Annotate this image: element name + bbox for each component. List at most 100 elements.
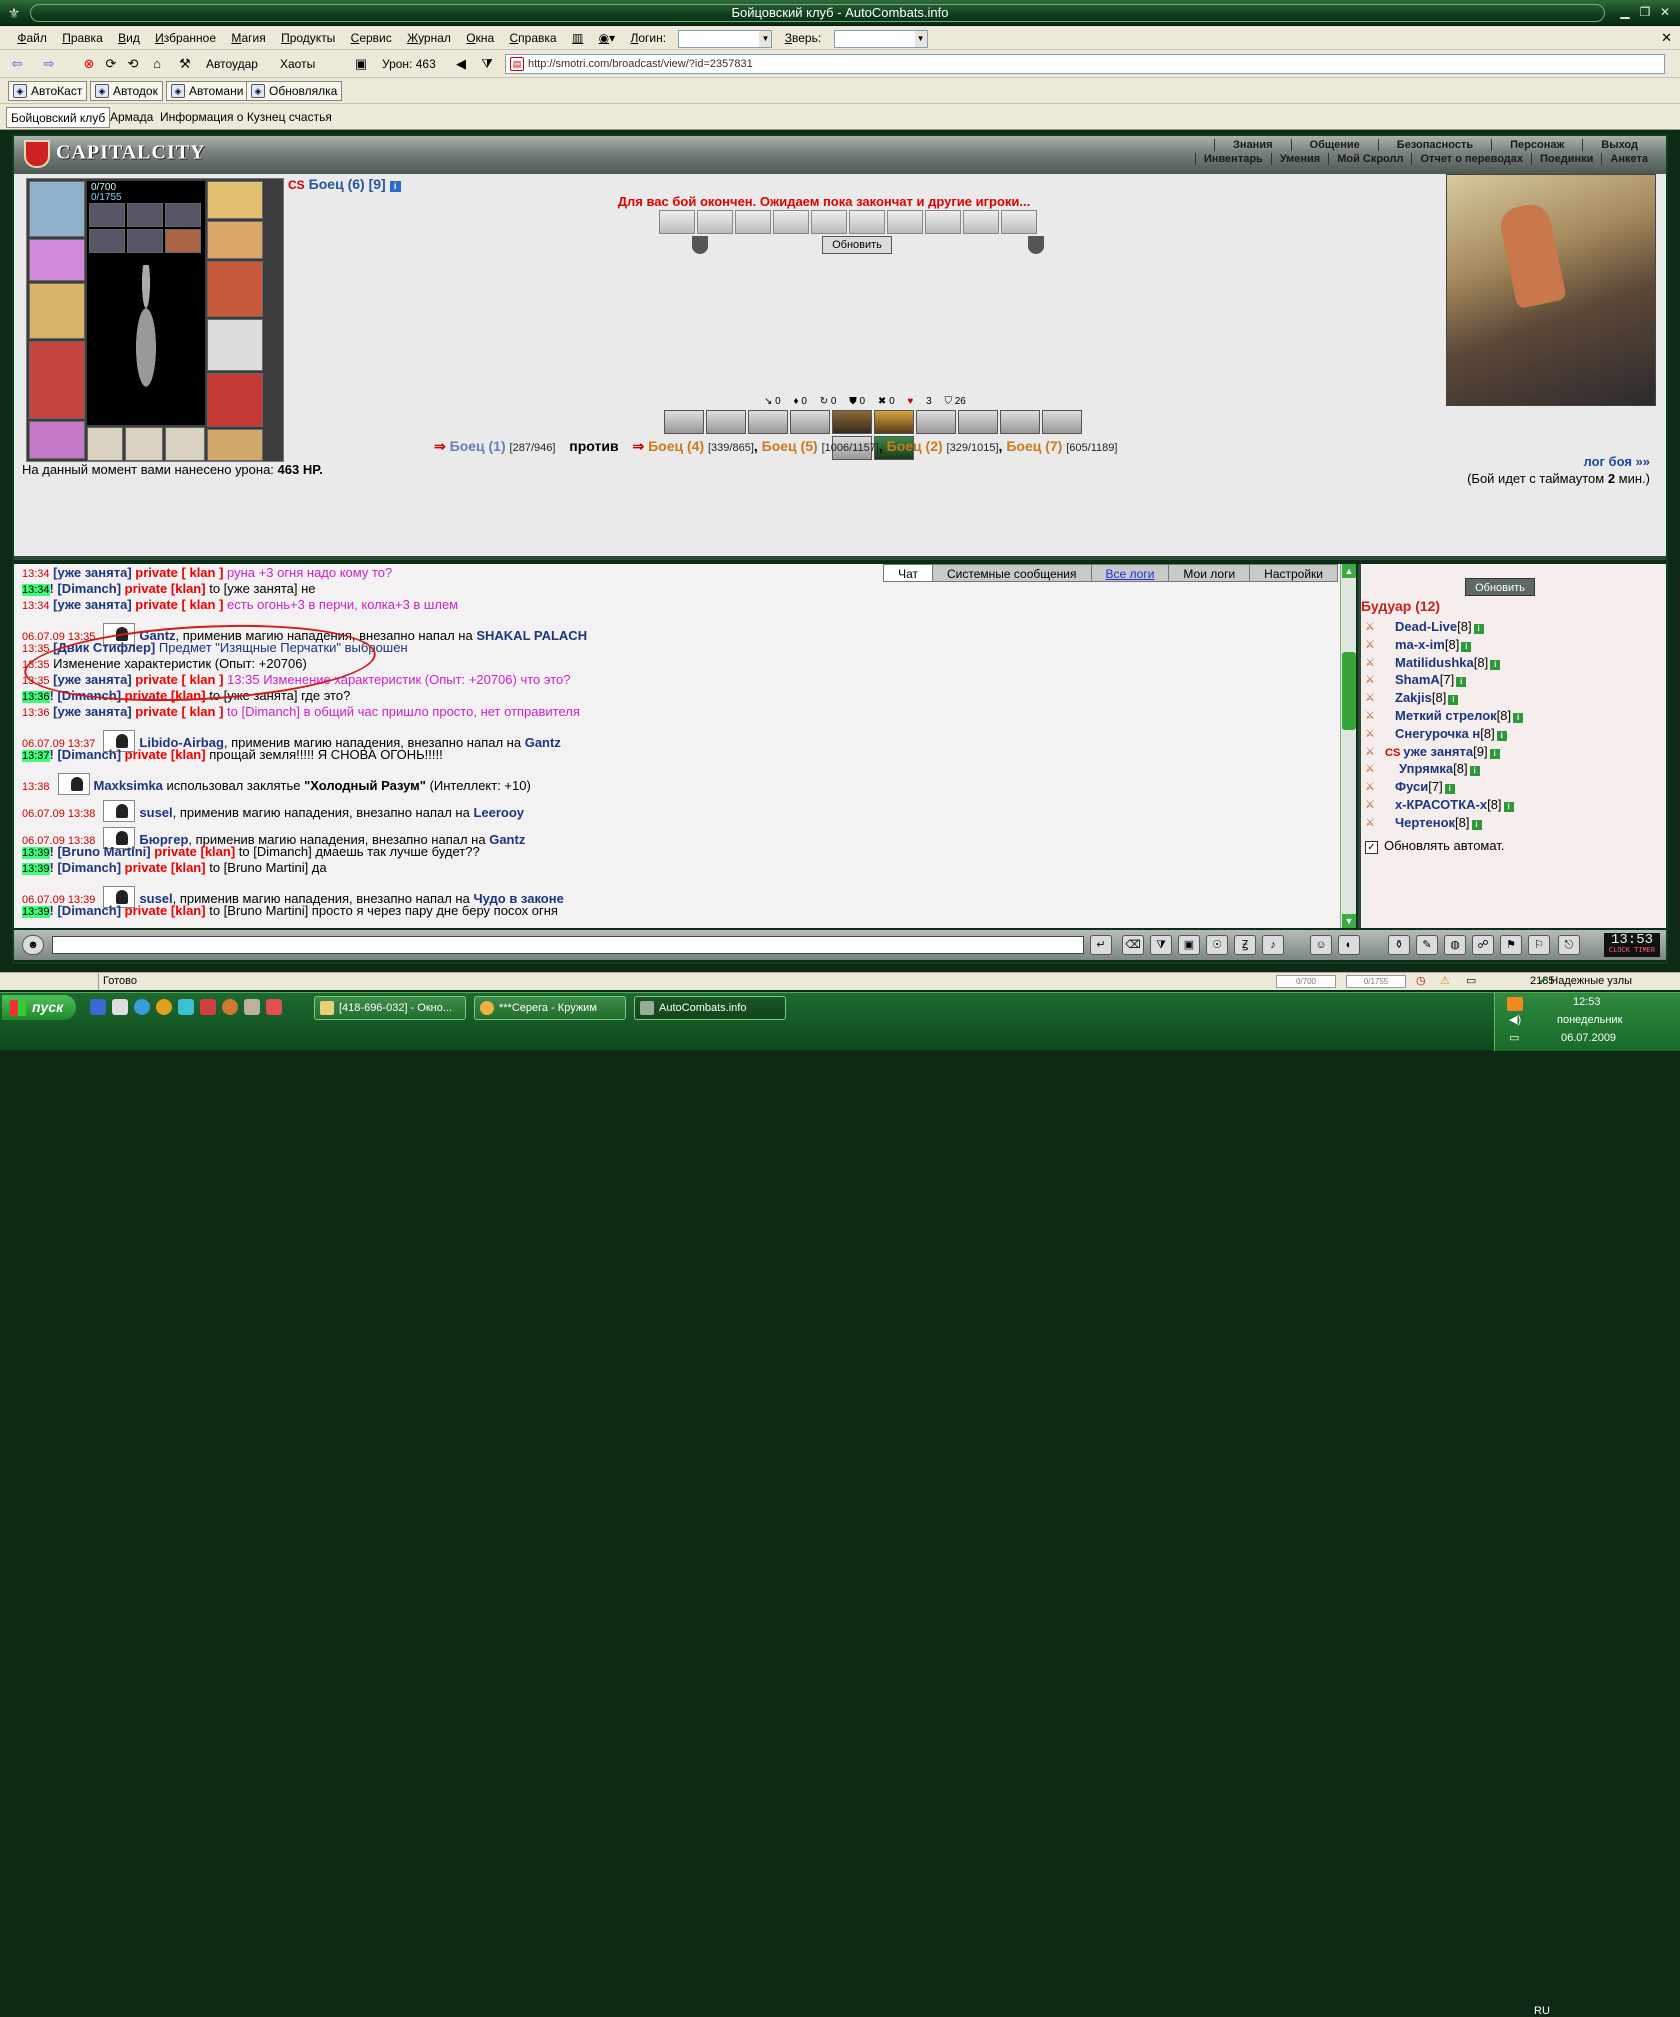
- back-icon[interactable]: ⇦: [8, 55, 26, 73]
- user-row[interactable]: ⚔ ma-x-im[8] i: [1363, 636, 1663, 654]
- automani-button[interactable]: ◈ Автомани: [166, 81, 249, 101]
- trusted-sites[interactable]: ✔ Надежные узлы: [1538, 973, 1632, 990]
- skill-icon-2[interactable]: [706, 410, 746, 434]
- user-row[interactable]: ⚔ Чертенок[8] i: [1363, 814, 1663, 832]
- user-row[interactable]: ⚔ Снегурочка н[8] i: [1363, 725, 1663, 743]
- tools-icon[interactable]: ⚒: [176, 55, 194, 73]
- fight-icon[interactable]: ⚔: [1365, 691, 1383, 705]
- user-row[interactable]: ⚔ Фуси[7] i: [1363, 778, 1663, 796]
- tab-armada[interactable]: Армада: [106, 107, 157, 128]
- fight-icon[interactable]: ⚔: [1365, 727, 1383, 741]
- start-button[interactable]: пуск: [2, 995, 76, 1020]
- tab-fight-club[interactable]: Бойцовский клуб: [6, 107, 111, 128]
- task-window-1[interactable]: [418-696-032] - Окно...: [314, 996, 466, 1020]
- skill-icon-6[interactable]: [874, 410, 914, 434]
- fight-icon[interactable]: ⚔: [1365, 620, 1383, 634]
- earrings-slot[interactable]: [207, 221, 263, 259]
- clear-icon[interactable]: ⌫: [1122, 935, 1144, 955]
- quicklaunch-icon-9[interactable]: [266, 999, 282, 1015]
- skill-icon-9[interactable]: [1000, 410, 1040, 434]
- map-icon[interactable]: ◍: [1444, 935, 1466, 955]
- team1-fighter[interactable]: Боец (1): [450, 438, 506, 454]
- nav-character[interactable]: Персонаж: [1491, 139, 1583, 151]
- fighter-name[interactable]: CS Боец (6) [9] i: [288, 176, 401, 192]
- tab-my-logs[interactable]: Мои логи: [1168, 564, 1251, 582]
- save-icon[interactable]: ▣: [1178, 935, 1200, 955]
- chat-mode-icon[interactable]: ◐: [1338, 935, 1360, 955]
- skill-icon-8[interactable]: [958, 410, 998, 434]
- person-icon[interactable]: ☉: [1206, 935, 1228, 955]
- quicklaunch-icon-2[interactable]: [112, 999, 128, 1015]
- bracers-slot[interactable]: [29, 239, 85, 281]
- skill-icon-7[interactable]: [916, 410, 956, 434]
- beast-select[interactable]: ▼: [833, 29, 928, 48]
- fight-icon[interactable]: ⚔: [1365, 762, 1383, 776]
- quicklaunch-icon-6[interactable]: [200, 999, 216, 1015]
- restore-icon[interactable]: ❐: [1636, 4, 1654, 20]
- fight-icon[interactable]: ⚔: [1365, 816, 1383, 830]
- quicklaunch-icon-5[interactable]: [178, 999, 194, 1015]
- user-row[interactable]: ⚔ Упрямка[8] i: [1363, 760, 1663, 778]
- translit-icon[interactable]: Ꙃ: [1234, 935, 1256, 955]
- filter-chat-icon[interactable]: ⧩: [1150, 935, 1172, 955]
- volume-icon[interactable]: ◀): [1509, 1013, 1521, 1026]
- smiley-icon[interactable]: ☺: [1310, 935, 1332, 955]
- potion-icon[interactable]: ⚱: [1388, 935, 1410, 955]
- skill-icon-5[interactable]: [832, 410, 872, 434]
- filter-icon[interactable]: ⧩: [478, 55, 496, 73]
- warning-icon[interactable]: ⚠: [1440, 973, 1450, 990]
- skill-icon-3[interactable]: [748, 410, 788, 434]
- fight-icon[interactable]: ⚔: [1365, 638, 1383, 652]
- flag-icon[interactable]: ⚐: [1528, 935, 1550, 955]
- spell-icon-7[interactable]: [887, 210, 923, 234]
- ring-slot-5[interactable]: [127, 229, 163, 253]
- damage-dropdown[interactable]: Урон: 463: [382, 54, 436, 74]
- shield-slot[interactable]: [207, 319, 263, 371]
- close-icon[interactable]: ✕: [1656, 4, 1674, 20]
- spell-icon-2[interactable]: [697, 210, 733, 234]
- rune-slot-3[interactable]: [165, 427, 205, 461]
- tab-settings[interactable]: Настройки: [1249, 564, 1338, 582]
- battle-log-link[interactable]: лог боя »»: [1583, 454, 1650, 469]
- ie-icon[interactable]: [134, 999, 150, 1015]
- quicklaunch-icon-8[interactable]: [244, 999, 260, 1015]
- tab-system-messages[interactable]: Системные сообщения: [932, 564, 1092, 582]
- task-window-2[interactable]: ***Серега - Кружим: [474, 996, 626, 1020]
- login-select[interactable]: ▼: [678, 29, 773, 48]
- fight-icon[interactable]: ⚔: [1365, 656, 1383, 670]
- ring-slot-3[interactable]: [165, 203, 201, 227]
- battle-refresh-button[interactable]: Обновить: [822, 236, 892, 254]
- refresh-icon[interactable]: ⟳: [102, 55, 120, 73]
- helmet-slot[interactable]: [29, 181, 85, 237]
- users-refresh-button[interactable]: Обновить: [1465, 578, 1535, 596]
- quicklaunch-icon-1[interactable]: [90, 999, 106, 1015]
- sound-chat-icon[interactable]: ♪: [1262, 935, 1284, 955]
- ring-slot-6[interactable]: [165, 229, 201, 253]
- nav-transfer-report[interactable]: Отчет о переводах: [1411, 153, 1532, 165]
- skill-icon-10[interactable]: [1042, 410, 1082, 434]
- nav-security[interactable]: Безопасность: [1377, 139, 1492, 151]
- ring-slot-4[interactable]: [89, 229, 125, 253]
- tab-kuznets-info[interactable]: Информация о Кузнец счастья: [156, 107, 336, 128]
- heal-spell-icon[interactable]: [659, 210, 695, 234]
- autocast-button[interactable]: ◈ АвтоКаст: [8, 81, 88, 101]
- menu-favorites[interactable]: Избранное: [149, 26, 222, 50]
- menu-journal[interactable]: Журнал: [401, 26, 457, 50]
- tray-time[interactable]: 12:53: [1573, 996, 1601, 1008]
- spell-icon-9[interactable]: [963, 210, 999, 234]
- scroll-thumb[interactable]: [1342, 652, 1356, 730]
- obnovlyalka-button[interactable]: ◈ Обновлялка: [246, 81, 343, 101]
- exit-icon[interactable]: ⎋: [1558, 935, 1580, 955]
- user-row[interactable]: ⚔ Matilidushka[8] i: [1363, 654, 1663, 672]
- alarm-clock-icon[interactable]: ◷: [1416, 973, 1426, 990]
- menu-view[interactable]: Вид: [112, 26, 146, 50]
- team2-fighter-2[interactable]: Боец (5): [762, 438, 818, 454]
- minimize-icon[interactable]: ▁: [1616, 4, 1634, 20]
- gloves-slot[interactable]: [207, 261, 263, 317]
- auto-refresh-checkbox[interactable]: ✓ Обновлять автомат.: [1365, 838, 1504, 854]
- monitor-icon[interactable]: ▭: [1509, 1031, 1519, 1044]
- media-icon[interactable]: [1507, 997, 1523, 1011]
- language-indicator[interactable]: RU: [1534, 2005, 1550, 2017]
- rune-slot-1[interactable]: [87, 427, 123, 461]
- quicklaunch-icon-7[interactable]: [222, 999, 238, 1015]
